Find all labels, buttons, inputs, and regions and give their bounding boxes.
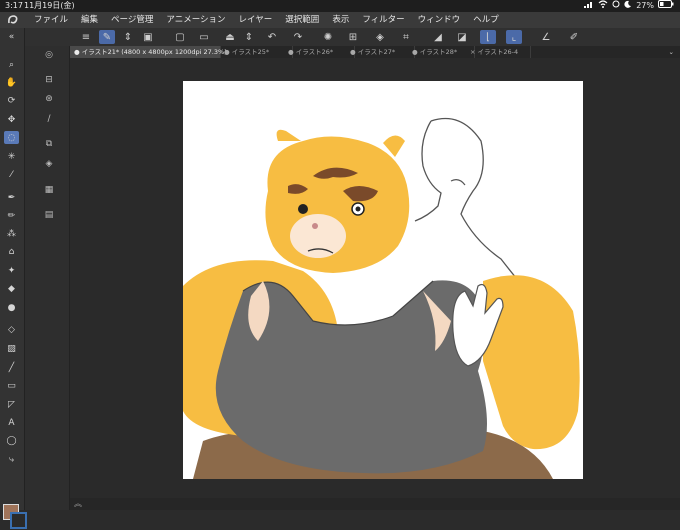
correct-line-icon[interactable]: ⤷ bbox=[4, 453, 19, 466]
balloon-icon[interactable]: ◯ bbox=[4, 434, 19, 447]
pen-icon[interactable]: ✒ bbox=[4, 191, 19, 204]
menu-item[interactable]: レイヤー bbox=[239, 12, 273, 28]
menu-bar: ファイル 編集 ページ管理 アニメーション レイヤー 選択範囲 表示 フィルター ウィンドウ ヘル… bbox=[0, 12, 680, 28]
brush-icon[interactable]: ⁂ bbox=[4, 227, 19, 240]
blend-icon[interactable]: ● bbox=[4, 301, 19, 314]
quick-access-icon[interactable]: ✐ bbox=[566, 30, 582, 44]
clip-studio-logo-icon[interactable] bbox=[6, 13, 20, 27]
status-icons: 27% bbox=[584, 0, 674, 12]
selection-brush-icon[interactable]: ✎ bbox=[99, 30, 115, 44]
fill-bucket-icon[interactable]: ◇ bbox=[4, 323, 19, 336]
sub-tool-palette: ◎ ⊟ ⊛ ∕ ⧉ ◈ ▦ ▤ bbox=[25, 46, 70, 510]
hand-icon[interactable]: ✋ bbox=[4, 76, 19, 89]
tab-illust-27[interactable]: ● イラスト27* bbox=[346, 46, 415, 58]
gradient-icon[interactable]: ▨ bbox=[4, 342, 19, 355]
menu-item[interactable]: ページ管理 bbox=[111, 12, 153, 28]
line-icon[interactable]: ╱ bbox=[4, 361, 19, 374]
tab-label: イラスト27* bbox=[357, 48, 396, 56]
navigator-icon[interactable]: ◎ bbox=[42, 48, 56, 61]
workspace bbox=[70, 58, 680, 498]
battery-icon bbox=[658, 0, 674, 12]
tab-label: イラスト25* bbox=[231, 48, 270, 56]
tab-illust-28[interactable]: ● イラスト28* bbox=[408, 46, 475, 58]
ruler-snap-alt-icon[interactable]: ⌞ bbox=[506, 30, 522, 44]
material-icon[interactable]: ▤ bbox=[42, 208, 56, 221]
menu-item[interactable]: 編集 bbox=[81, 12, 98, 28]
eraser-icon[interactable]: ◆ bbox=[4, 282, 19, 295]
ruler-snap-icon[interactable]: ⌊ bbox=[480, 30, 496, 44]
new-file-icon[interactable]: ▢ bbox=[172, 30, 188, 44]
menu-item[interactable]: フィルター bbox=[362, 12, 404, 28]
fill-icon[interactable]: ◈ bbox=[372, 30, 388, 44]
ruler-icon[interactable]: ◸ bbox=[4, 398, 19, 411]
signal-icon bbox=[584, 0, 594, 12]
menu-item[interactable]: ファイル bbox=[34, 12, 68, 28]
drawing-canvas[interactable] bbox=[183, 81, 583, 479]
expand-arrows-icon[interactable]: « bbox=[4, 30, 19, 43]
tab-illust-26[interactable]: ● イラスト26* bbox=[284, 46, 355, 58]
tab-illust-21[interactable]: ● イラスト21* (4800 x 4800px 1200dpi 27.3%) bbox=[70, 46, 227, 58]
frame-icon[interactable]: ▭ bbox=[4, 379, 19, 392]
open-folder-icon[interactable]: ▭ bbox=[196, 30, 212, 44]
double-chevron-up-icon[interactable]: ︽ bbox=[74, 498, 82, 509]
status-time: 3:17 bbox=[5, 1, 23, 10]
decoration-icon[interactable]: ✦ bbox=[4, 264, 19, 277]
sub-color-swatch[interactable] bbox=[10, 512, 27, 529]
eyedropper-icon[interactable]: ⁄ bbox=[4, 168, 19, 181]
airbrush-icon[interactable]: ⌂ bbox=[4, 245, 19, 258]
wifi-icon bbox=[598, 0, 608, 12]
up-down-arrows-icon[interactable]: ⇕ bbox=[120, 30, 136, 44]
menu-item[interactable]: 選択範囲 bbox=[285, 12, 319, 28]
sub-tool-detail-icon[interactable]: ⧉ bbox=[42, 137, 56, 150]
tab-label: イラスト21* (4800 x 4800px 1200dpi 27.3%) bbox=[81, 48, 227, 56]
menu-items: ファイル 編集 ページ管理 アニメーション レイヤー 選択範囲 表示 フィルター ウィンドウ ヘル… bbox=[34, 12, 499, 28]
status-bar: 3:17 11月19日(金) 27% bbox=[0, 0, 680, 12]
tiger-artwork bbox=[183, 117, 580, 479]
moon-icon bbox=[624, 0, 632, 12]
layer-snapshot-icon[interactable]: ▣ bbox=[140, 30, 156, 44]
magic-wand-icon[interactable]: ✳ bbox=[4, 150, 19, 163]
layer-icon[interactable]: ◈ bbox=[42, 157, 56, 170]
command-bar: ≡ ✎ ⇕ ▣ ▢ ▭ ⏏ ⇕ ↶ ↷ ✺ ⊞ ◈ ⌗ ◢ ◪ ⌊ ⌞ ∠ ✐ bbox=[0, 28, 680, 47]
menu-item[interactable]: 表示 bbox=[332, 12, 349, 28]
tab-label: イラスト26-4 bbox=[477, 48, 519, 56]
menu-item[interactable]: アニメーション bbox=[166, 12, 225, 28]
tab-label: イラスト26* bbox=[295, 48, 334, 56]
undo-icon[interactable]: ↶ bbox=[264, 30, 280, 44]
color-set-icon[interactable]: ▦ bbox=[42, 183, 56, 196]
tab-label: イラスト28* bbox=[419, 48, 458, 56]
up-down-arrows-icon[interactable]: ⇕ bbox=[241, 30, 257, 44]
lasso-select-icon[interactable]: ◌ bbox=[4, 131, 19, 144]
layer-property-icon[interactable]: ⊟ bbox=[42, 73, 56, 86]
special-ruler-icon[interactable]: ∠ bbox=[538, 30, 554, 44]
battery-percent: 27% bbox=[636, 1, 654, 10]
move-icon[interactable]: ✥ bbox=[4, 113, 19, 126]
transform-icon[interactable]: ⊞ bbox=[345, 30, 361, 44]
tab-illust-26-4[interactable]: × イラスト26-4 bbox=[466, 46, 531, 58]
color-indicator[interactable] bbox=[3, 504, 27, 530]
layer-search-icon[interactable]: ⊛ bbox=[42, 92, 56, 105]
tool-palette: « ⌕ ✋ ⟳ ✥ ◌ ✳ ⁄ ✒ ✏ ⁂ ⌂ ✦ ◆ ● ◇ ▨ ╱ ▭ ◸ … bbox=[0, 28, 27, 529]
menu-item[interactable]: ヘルプ bbox=[473, 12, 499, 28]
pencil-icon[interactable]: ✏ bbox=[4, 209, 19, 222]
layer-mask-icon[interactable]: ◪ bbox=[454, 30, 470, 44]
tab-illust-25[interactable]: ● イラスト25* bbox=[220, 46, 293, 58]
crop-icon[interactable]: ⌗ bbox=[398, 30, 414, 44]
zoom-icon[interactable]: ⌕ bbox=[4, 58, 19, 71]
text-tool-glyph: A bbox=[8, 417, 15, 428]
hamburger-menu-icon[interactable]: ≡ bbox=[78, 30, 94, 44]
text-icon[interactable]: A bbox=[4, 416, 19, 429]
brush-size-icon[interactable]: ∕ bbox=[42, 112, 56, 125]
bottom-bar: ︽ bbox=[70, 498, 680, 510]
redo-icon[interactable]: ↷ bbox=[290, 30, 306, 44]
layer-ruler-icon[interactable]: ◢ bbox=[430, 30, 446, 44]
document-tabs: ● イラスト21* (4800 x 4800px 1200dpi 27.3%) … bbox=[70, 46, 680, 58]
loading-spinner-icon[interactable]: ✺ bbox=[320, 30, 336, 44]
menu-item[interactable]: ウィンドウ bbox=[418, 12, 461, 28]
chevron-down-icon[interactable]: ⌄ bbox=[669, 46, 674, 58]
status-date: 11月19日(金) bbox=[24, 1, 75, 10]
location-icon bbox=[612, 0, 620, 12]
rotate-icon[interactable]: ⟳ bbox=[4, 94, 19, 107]
save-icon[interactable]: ⏏ bbox=[222, 30, 238, 44]
